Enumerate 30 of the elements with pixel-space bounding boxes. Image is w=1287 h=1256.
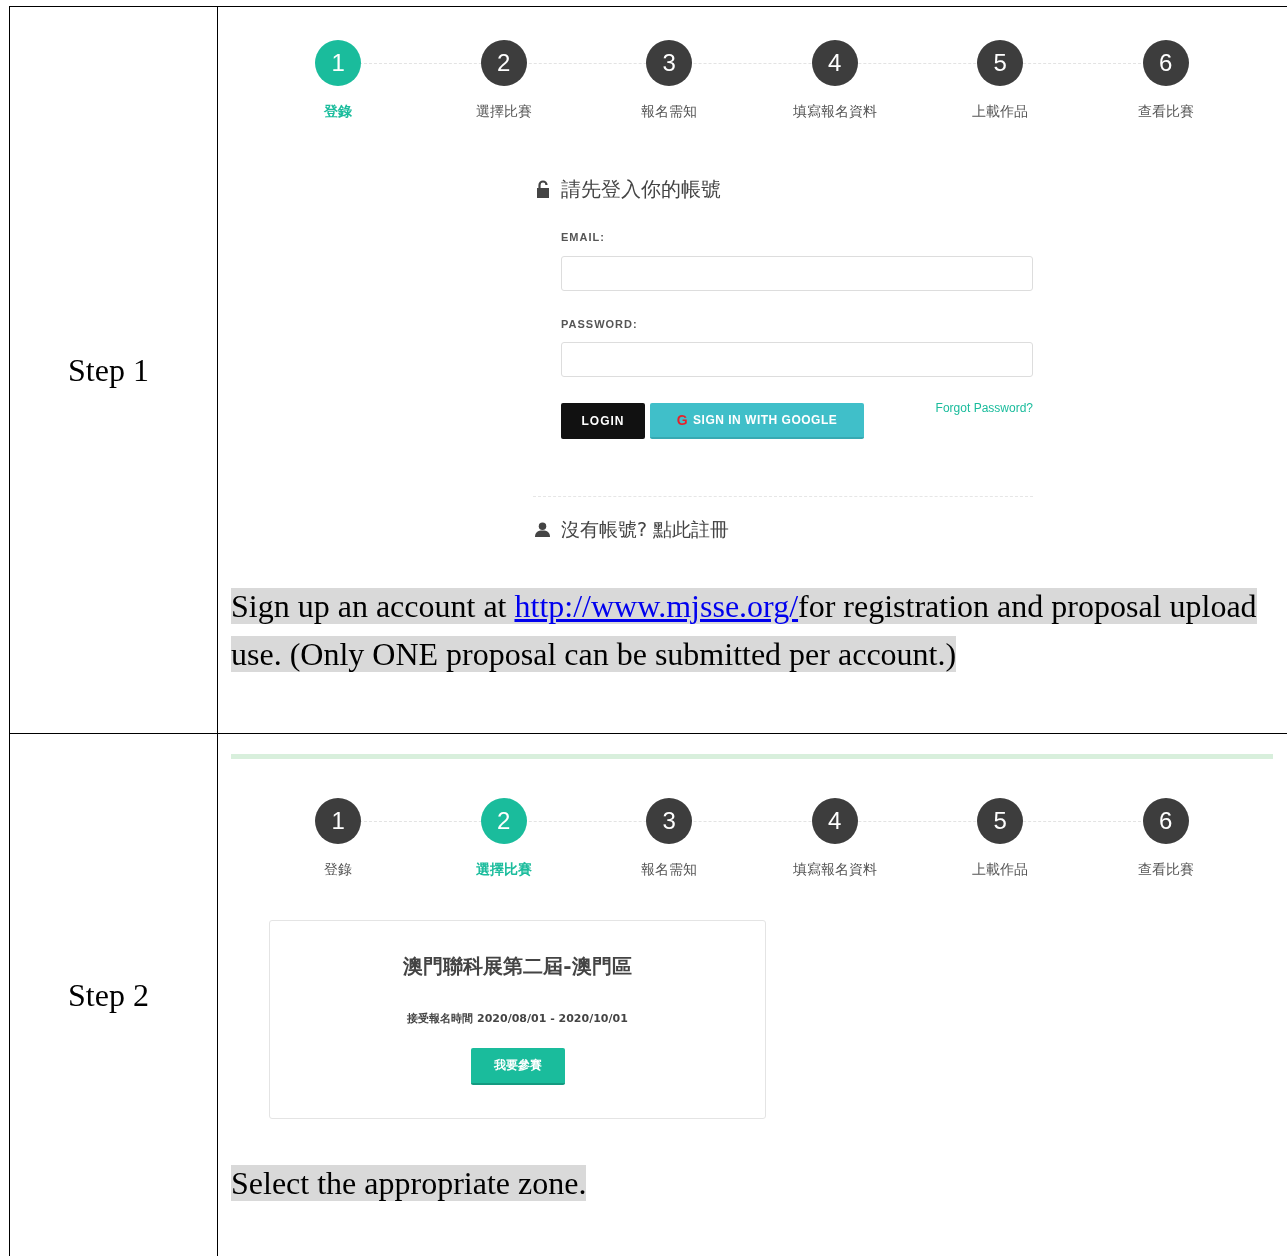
step-label: 查看比賽 <box>1137 860 1194 879</box>
login-button[interactable]: LOGIN <box>561 403 645 439</box>
step-label: 上載作品 <box>972 860 1029 879</box>
login-heading: 請先登入你的帳號 <box>561 176 721 203</box>
step-label: 查看比賽 <box>1137 102 1194 121</box>
step-label: 填寫報名資料 <box>792 860 877 879</box>
registration-period: 接受報名時間 2020/08/01 - 2020/10/01 <box>407 1011 628 1027</box>
step-label: 選擇比賽 <box>475 860 532 879</box>
step-label: 報名需知 <box>641 860 698 879</box>
email-label: EMAIL: <box>561 230 606 245</box>
caption-text: Select the appropriate zone. <box>231 1164 588 1203</box>
email-input[interactable] <box>561 255 1033 291</box>
step-label: 上載作品 <box>972 102 1029 121</box>
password-label: PASSWORD: <box>561 316 639 332</box>
unlocked-padlock-icon <box>535 180 551 198</box>
user-icon <box>535 521 550 537</box>
google-g-icon: G <box>676 409 689 431</box>
step-label: 登錄 <box>324 860 353 879</box>
google-button-label: SIGN IN WITH GOOGLE <box>693 412 838 429</box>
website-link[interactable]: http://www.mjsse.org/ <box>514 587 799 624</box>
step-heading: Step 2 <box>68 976 149 1015</box>
step-label: 選擇比賽 <box>475 102 532 121</box>
caption-text: Sign up an account at http://www.mjsse.org/for registration and proposal upload use. (Only ONE proposal can be submitted per account.) <box>231 586 1258 674</box>
password-input[interactable] <box>561 342 1033 377</box>
competition-title: 澳門聯科展第二屆-澳門區 <box>403 953 632 980</box>
step-label: 報名需知 <box>641 102 698 121</box>
step-label: 填寫報名資料 <box>792 102 877 121</box>
step-heading: Step 1 <box>68 351 149 390</box>
step-label: 登錄 <box>324 102 353 121</box>
register-link[interactable]: 沒有帳號? 點此註冊 <box>561 515 730 544</box>
